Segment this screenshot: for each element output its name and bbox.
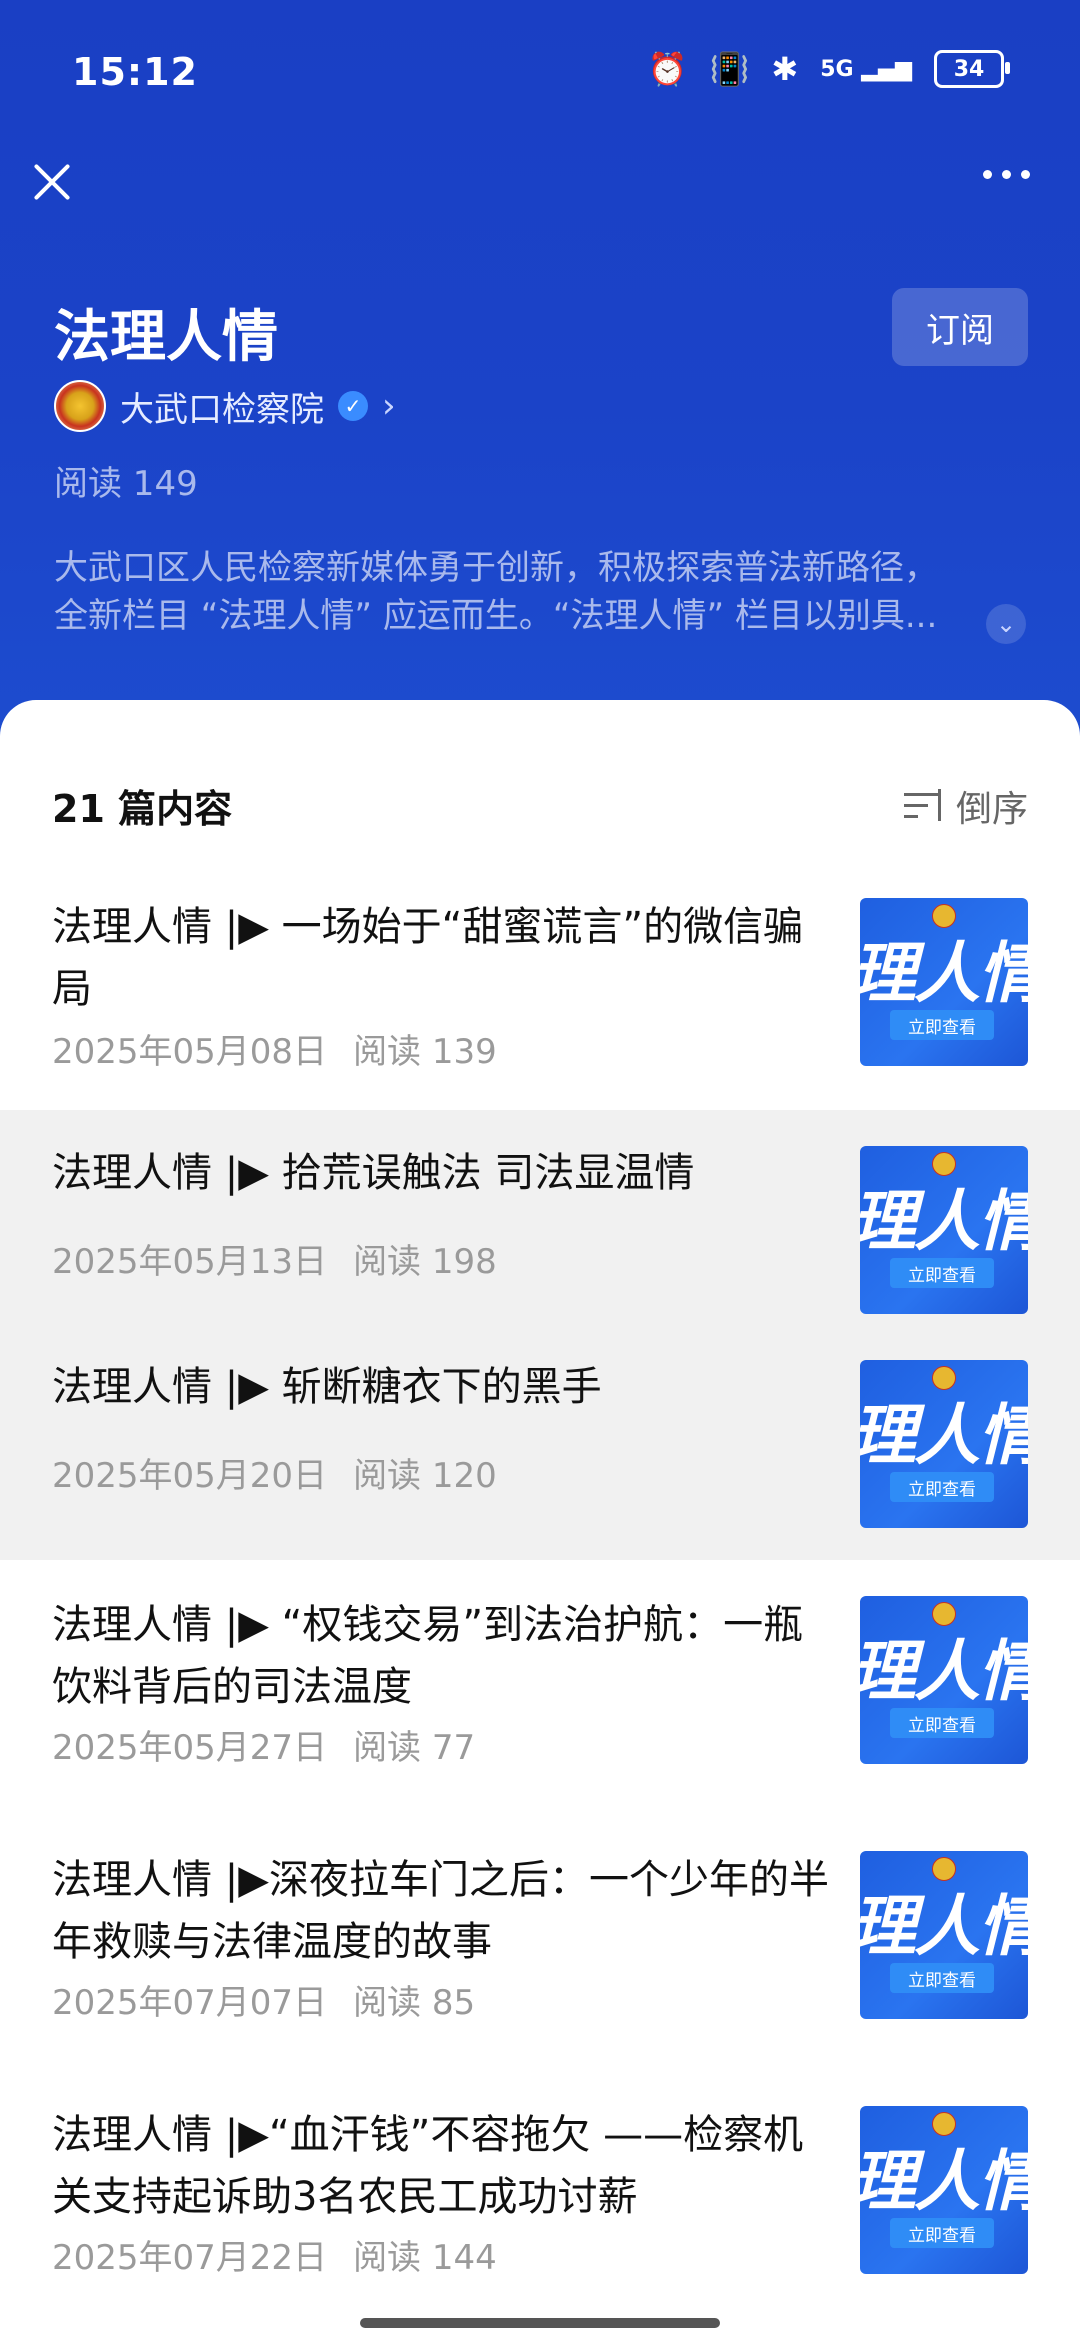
bluetooth-icon: ✱ [771,50,799,88]
vibrate-icon: 📳 [709,50,750,88]
procuratorate-emblem-icon [54,380,106,432]
thumbnail-button-text: 立即查看 [890,1010,994,1040]
status-time: 15:12 [72,50,198,94]
page-title: 法理人情 [54,305,278,370]
list-item[interactable]: 法理人情 |▶ 一场始于“甜蜜谎言”的微信骗局 2025年05月08日 阅读 13… [0,880,1080,1090]
chevron-down-icon[interactable]: ⌄ [986,604,1026,644]
article-thumbnail: 理人情 立即查看 [860,2106,1028,2274]
column-description[interactable]: 大武口区人民检察新媒体勇于创新，积极探索普法新路径， 全新栏目 “法理人情” 应… [54,544,1034,640]
article-title: 法理人情 |▶“血汗钱”不容拖欠 ——检察机关支持起诉助3名农民工成功讨薪 [52,2112,804,2220]
account-name: 大武口检察院 [120,389,324,430]
status-icons: ⏰ 📳 ✱ 5G ▂▄▆ 34 [647,50,1010,88]
thumbnail-text: 理人情 [860,2143,1028,2220]
article-title: 法理人情 |▶ 一场始于“甜蜜谎言”的微信骗局 [52,904,804,1012]
thumbnail-text: 理人情 [860,935,1028,1012]
article-thumbnail: 理人情 立即查看 [860,898,1028,1066]
list-item[interactable]: 法理人情 |▶ 拾荒误触法 司法显温情 2025年05月13日阅读 198 理人… [0,1110,1080,1320]
thumbnail-button-text: 立即查看 [890,1708,994,1738]
thumbnail-button-text: 立即查看 [890,1963,994,1993]
home-indicator[interactable] [360,2318,720,2328]
article-reads: 阅读 198 [353,1242,497,1282]
account-link[interactable]: 大武口检察院 ✓ › [54,380,396,432]
article-reads: 阅读 144 [353,2238,497,2278]
close-icon[interactable] [30,160,74,204]
article-date: 2025年07月22日 [52,2238,328,2278]
verified-icon: ✓ [338,391,368,421]
subscribe-button[interactable]: 订阅 [892,288,1028,366]
article-reads: 阅读 139 [353,1032,497,1072]
article-meta: 2025年07月07日 阅读 85 [52,1975,475,2024]
list-item[interactable]: 法理人情 |▶ “权钱交易”到法治护航：一瓶饮料背后的司法温度 2025年05月… [0,1590,1080,1820]
chevron-right-icon: › [382,386,396,426]
article-reads: 阅读 77 [353,1728,476,1768]
article-reads: 阅读 85 [353,1983,476,2023]
battery-icon: 34 [934,50,1010,88]
article-date: 2025年07月07日 [52,1983,328,2023]
article-thumbnail: 理人情 立即查看 [860,1360,1028,1528]
thumbnail-text: 理人情 [860,1888,1028,1965]
column-header: 15:12 ⏰ 📳 ✱ 5G ▂▄▆ 34 法理人情 订阅 大武口检察院 ✓ ›… [0,0,1080,740]
article-thumbnail: 理人情 立即查看 [860,1596,1028,1764]
article-title: 法理人情 |▶ 斩断糖衣下的黑手 [52,1364,602,1410]
sort-icon [903,789,944,823]
column-read-count: 阅读 149 [54,464,198,504]
description-line: 全新栏目 “法理人情” 应运而生。“法理人情” 栏目以别具... [54,596,938,636]
article-date: 2025年05月27日 [52,1728,328,1768]
thumbnail-button-text: 立即查看 [890,2218,994,2248]
more-options-icon[interactable] [983,170,1030,179]
article-title: 法理人情 |▶深夜拉车门之后：一个少年的半年救赎与法律温度的故事 [52,1857,829,1965]
sort-label: 倒序 [955,789,1028,830]
article-meta: 2025年05月20日 阅读 120 [52,1448,497,1497]
sort-toggle[interactable]: 倒序 [903,780,1028,832]
content-count: 21 篇内容 [52,787,233,831]
description-line: 大武口区人民检察新媒体勇于创新，积极探索普法新路径， [54,548,938,588]
list-item[interactable]: 法理人情 |▶ 斩断糖衣下的黑手 2025年05月20日阅读 120 理人情 立… [0,1320,1080,1560]
article-meta: 2025年05月13日 阅读 198 [52,1234,497,1283]
article-meta: 2025年05月08日 阅读 139 [52,1024,497,1073]
article-thumbnail: 理人情 立即查看 [860,1851,1028,2019]
article-date: 2025年05月08日 [52,1032,328,1072]
article-meta: 2025年05月27日 阅读 77 [52,1720,475,1769]
thumbnail-text: 理人情 [860,1633,1028,1710]
thumbnail-button-text: 立即查看 [890,1258,994,1288]
thumbnail-text: 理人情 [860,1397,1028,1474]
thumbnail-button-text: 立即查看 [890,1472,994,1502]
article-thumbnail: 理人情 立即查看 [860,1146,1028,1314]
article-meta: 2025年07月22日 阅读 144 [52,2230,497,2279]
article-date: 2025年05月13日 [52,1242,328,1282]
article-reads: 阅读 120 [353,1456,497,1496]
article-title: 法理人情 |▶ “权钱交易”到法治护航：一瓶饮料背后的司法温度 [52,1602,804,1710]
signal-icon: 5G ▂▄▆ [820,56,912,82]
content-list-sheet: 21 篇内容 倒序 法理人情 |▶ 一场始于“甜蜜谎言”的微信骗局 2025年0… [0,700,1080,2344]
list-item[interactable]: 法理人情 |▶深夜拉车门之后：一个少年的半年救赎与法律温度的故事 2025年07… [0,1845,1080,2075]
thumbnail-text: 理人情 [860,1183,1028,1260]
alarm-icon: ⏰ [647,50,688,88]
article-date: 2025年05月20日 [52,1456,328,1496]
article-title: 法理人情 |▶ 拾荒误触法 司法显温情 [52,1150,695,1196]
